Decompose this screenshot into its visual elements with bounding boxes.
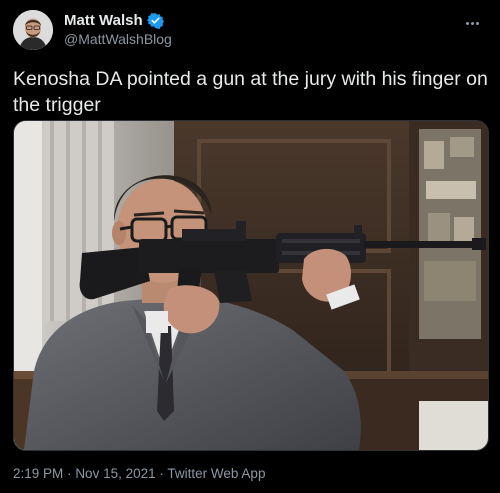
tweet-time[interactable]: 2:19 PM [13, 466, 63, 481]
tweet-date[interactable]: Nov 15, 2021 [75, 466, 155, 481]
meta-separator: · [67, 466, 72, 481]
meta-separator-2: · [159, 466, 164, 481]
more-options-icon[interactable] [466, 12, 486, 28]
avatar-image [13, 10, 53, 50]
tweet: Matt Walsh @MattWalshBlog Kenosha DA poi… [0, 0, 500, 493]
courtroom-photo [14, 121, 488, 450]
author-display-name[interactable]: Matt Walsh [64, 12, 143, 29]
tweet-photo[interactable] [13, 120, 489, 451]
verified-badge-icon [146, 12, 164, 30]
tweet-text: Kenosha DA pointed a gun at the jury wit… [13, 68, 488, 116]
avatar[interactable] [13, 10, 53, 50]
author-name-row[interactable]: Matt Walsh [64, 12, 164, 30]
tweet-meta: 2:19 PM · Nov 15, 2021 · Twitter Web App [13, 466, 265, 481]
author-handle[interactable]: @MattWalshBlog [64, 31, 172, 47]
tweet-source[interactable]: Twitter Web App [167, 466, 265, 481]
